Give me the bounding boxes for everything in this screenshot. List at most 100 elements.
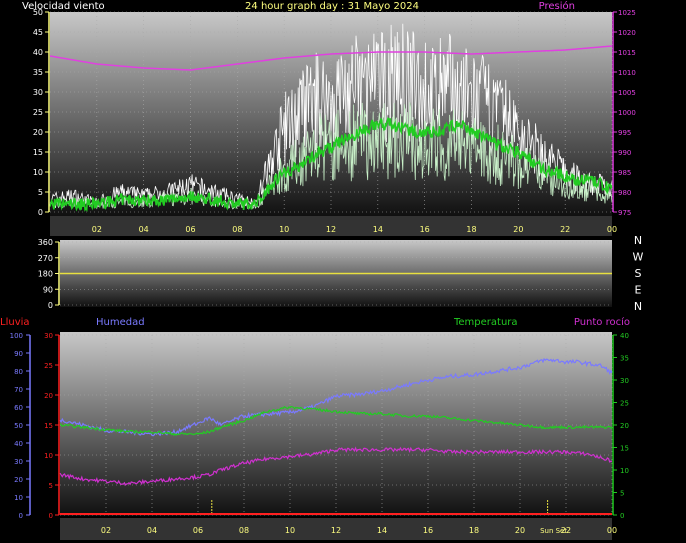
pressure-ytick-label: 995 (618, 129, 631, 137)
direction-y-axis: 0 90 180 270 360 (38, 238, 60, 310)
pressure-ytick-label: 980 (618, 189, 631, 197)
humidity-ytick-label: 50 (14, 422, 23, 430)
direction-letter: E (635, 284, 642, 297)
wind-xtick-label: 04 (139, 225, 149, 234)
rain-ytick-label: 15 (44, 422, 53, 430)
pressure-ytick-label: 1020 (618, 29, 636, 37)
pressure-ytick-label: 1010 (618, 69, 636, 77)
climate-xtick-label: 12 (331, 526, 341, 535)
rain-ytick-label: 20 (44, 392, 53, 400)
rain-ytick-label: 5 (49, 482, 53, 490)
pressure-ytick-label: 985 (618, 169, 631, 177)
wind-ytick-label: 15 (33, 148, 43, 157)
wind-xtick-label: 16 (420, 225, 430, 234)
rain-title: Lluvia (0, 317, 30, 328)
temperature-ytick-label: 40 (620, 332, 629, 340)
humidity-ytick-label: 100 (10, 332, 23, 340)
wind-title: Velocidad viento (22, 1, 105, 12)
humidity-ytick-label: 20 (14, 476, 23, 484)
wind-y-axis: 05101520253035404550 (33, 8, 50, 217)
temperature-ytick-label: 5 (620, 490, 624, 498)
date-title: 24 hour graph day : 31 Mayo 2024 (245, 1, 419, 12)
wind-ytick-label: 5 (38, 188, 43, 197)
humidity-ytick-label: 40 (14, 440, 23, 448)
direction-ytick-label: 270 (38, 254, 53, 263)
wind-ytick-label: 10 (33, 168, 43, 177)
wind-panel: 05101520253035404550 9759809859909951000… (33, 8, 636, 236)
pressure-ytick-label: 1000 (618, 109, 636, 117)
direction-panel: 090180270360 NWSEN (38, 234, 644, 313)
climate-xtick-label: 18 (469, 526, 479, 535)
pressure-ytick-label: 990 (618, 149, 631, 157)
pressure-ytick-label: 1005 (618, 89, 636, 97)
humidity-ytick-label: 10 (14, 494, 23, 502)
sunset-label: Sun Set (540, 527, 567, 535)
climate-xtick-label: 10 (285, 526, 295, 535)
pressure-ytick-label: 975 (618, 209, 631, 217)
direction-letter: N (634, 300, 642, 313)
wind-xtick-label: 22 (560, 225, 570, 234)
wind-xtick-label: 14 (373, 225, 383, 234)
climate-xtick-label: 04 (147, 526, 157, 535)
humidity-ytick-label: 60 (14, 404, 23, 412)
humidity-y-axis: 0 10 20 30 40 50 60 70 80 90 100 (10, 332, 31, 520)
wind-xtick-label: 06 (185, 225, 195, 234)
wind-ytick-label: 40 (33, 48, 43, 57)
temperature-ytick-label: 20 (620, 422, 629, 430)
climate-xtick-label: 00 (607, 526, 617, 535)
wind-ytick-label: 25 (33, 108, 43, 117)
temperature-ytick-label: 30 (620, 377, 629, 385)
humidity-ytick-label: 0 (19, 512, 23, 520)
wind-ytick-label: 30 (33, 88, 43, 97)
direction-letter: S (635, 267, 642, 280)
climate-xtick-label: 20 (515, 526, 525, 535)
wind-xtick-label: 18 (466, 225, 476, 234)
rain-ytick-label: 0 (49, 512, 53, 520)
dewpoint-title: Punto rocío (574, 316, 630, 328)
wind-xtick-label: 12 (326, 225, 336, 234)
wind-xtick-label: 00 (607, 225, 617, 234)
pressure-ytick-label: 1025 (618, 9, 636, 17)
direction-ytick-label: 180 (38, 270, 53, 279)
temperature-ytick-label: 25 (620, 400, 629, 408)
rain-y-axis: 0 5 10 15 20 25 30 (44, 332, 60, 520)
climate-xtick-label: 16 (423, 526, 433, 535)
wind-ytick-label: 20 (33, 128, 43, 137)
pressure-ytick-label: 1015 (618, 49, 636, 57)
climate-xtick-label: 06 (193, 526, 203, 535)
weather-graph: 05101520253035404550 9759809859909951000… (0, 0, 644, 540)
humidity-ytick-label: 80 (14, 368, 23, 376)
wind-ytick-label: 45 (33, 28, 43, 37)
climate-panel: 0 10 20 30 40 50 60 70 80 90 100 0 5 10 15 20 25 30 0 5 10… (10, 332, 629, 540)
temperature-ytick-label: 10 (620, 467, 629, 475)
direction-ytick-label: 90 (43, 285, 53, 294)
temperature-y-axis: 0 5 10 15 20 25 30 35 40 (612, 332, 629, 520)
temperature-title: Temperatura (453, 317, 518, 328)
wind-xtick-label: 10 (279, 225, 289, 234)
direction-letters: NWSEN (633, 234, 644, 313)
humidity-ytick-label: 70 (14, 386, 23, 394)
climate-xtick-label: 08 (239, 526, 249, 535)
temperature-ytick-label: 0 (620, 512, 624, 520)
wind-plot-area (50, 12, 612, 216)
direction-letter: N (634, 234, 642, 247)
wind-xtick-label: 08 (232, 225, 242, 234)
climate-xtick-label: 02 (101, 526, 111, 535)
humidity-title: Humedad (96, 317, 145, 328)
pressure-y-axis: 975 980 985 990 995 1000 1005 1010 1015 1020 1025 (612, 9, 636, 217)
humidity-ytick-label: 30 (14, 458, 23, 466)
humidity-ytick-label: 90 (14, 350, 23, 358)
rain-ytick-label: 25 (44, 362, 53, 370)
wind-ytick-label: 0 (38, 208, 43, 217)
pressure-title: Presión (539, 0, 575, 12)
direction-ytick-label: 0 (48, 301, 53, 310)
wind-xtick-label: 20 (513, 225, 523, 234)
temperature-ytick-label: 15 (620, 445, 629, 453)
wind-xtick-label: 02 (92, 225, 102, 234)
rain-ytick-label: 30 (44, 332, 53, 340)
temperature-ytick-label: 35 (620, 355, 629, 363)
climate-xtick-label: 14 (377, 526, 387, 535)
wind-ytick-label: 35 (33, 68, 43, 77)
direction-letter: W (633, 251, 644, 264)
rain-ytick-label: 10 (44, 452, 53, 460)
